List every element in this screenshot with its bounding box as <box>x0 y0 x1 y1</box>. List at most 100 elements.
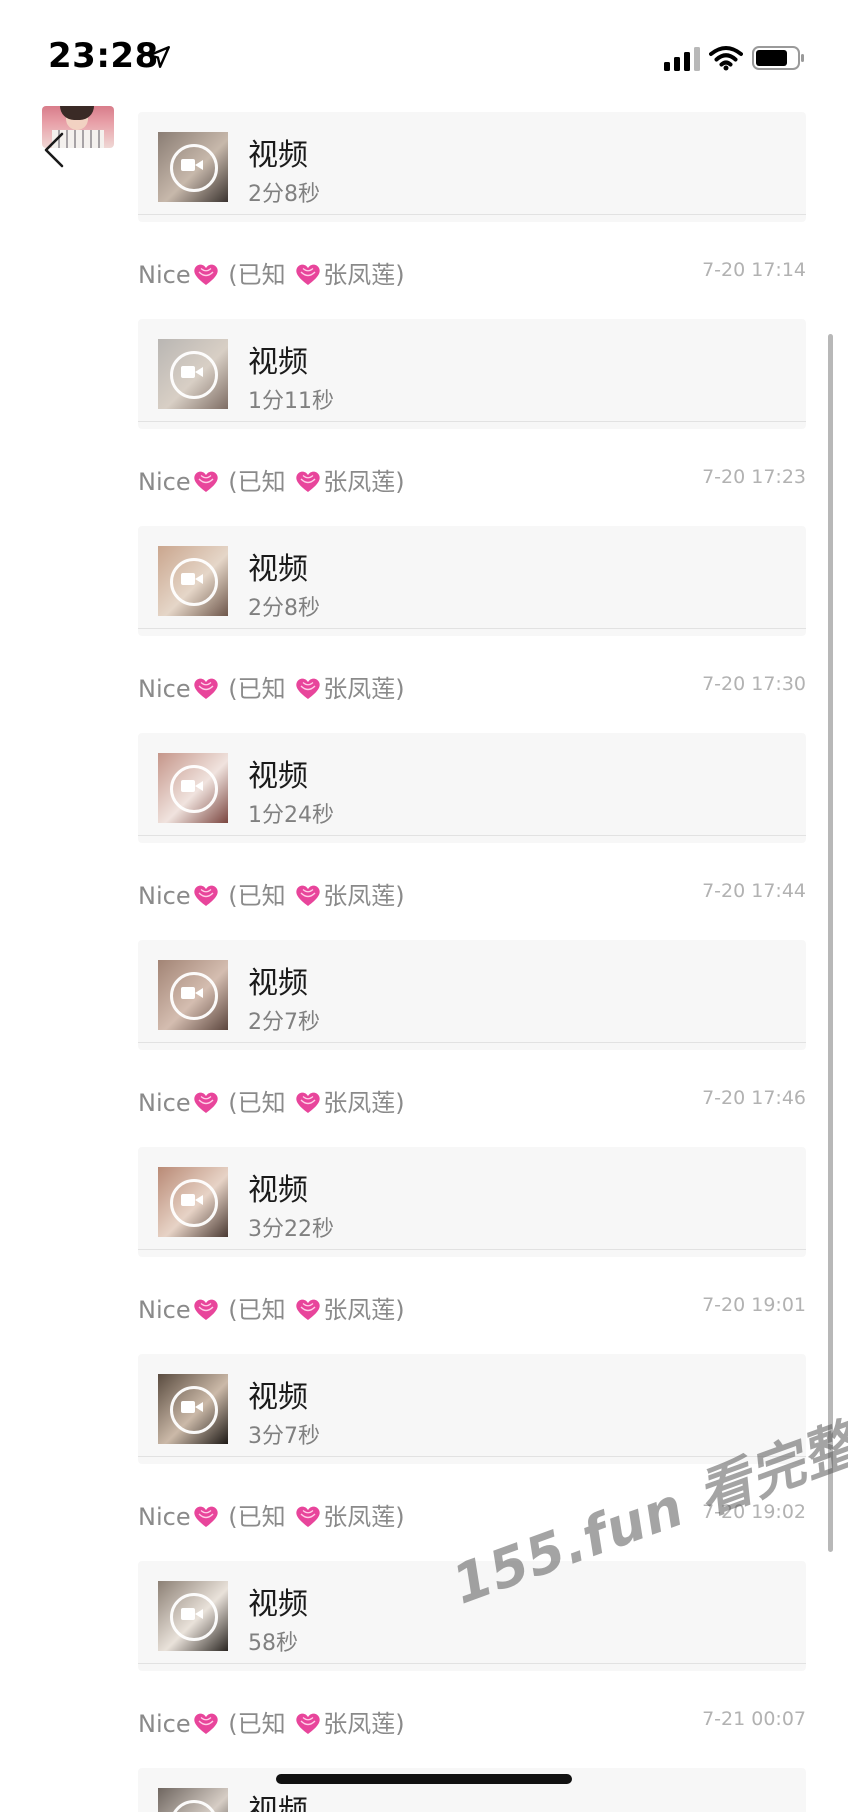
sender-prefix: Nice <box>138 1503 191 1531</box>
video-duration: 3分7秒 <box>248 1424 320 1449</box>
sender-group: (已知 <box>228 1089 286 1117</box>
home-indicator[interactable] <box>276 1774 572 1784</box>
sender-group: (已知 <box>228 1503 286 1531</box>
sender-name: Nice (已知 张凤莲) <box>138 1497 405 1532</box>
sender-realname: 张凤莲) <box>323 1503 405 1531</box>
camera-icon <box>181 573 195 585</box>
video-thumbnail[interactable] <box>158 1167 228 1237</box>
camera-icon <box>181 1194 195 1206</box>
video-message-card[interactable]: 视频 1分11秒 <box>138 319 806 429</box>
status-bar: 23:28 <box>0 0 848 104</box>
sender-prefix: Nice <box>138 675 191 703</box>
location-arrow-icon <box>148 46 170 68</box>
divider <box>138 628 806 629</box>
video-title: 视频 <box>248 1380 308 1415</box>
message-timestamp: 7-20 17:46 <box>702 1087 806 1109</box>
chat-history-page: 23:28 视频 2分8秒 Nice (已知 张凤莲) 7-20 17:14 视… <box>0 0 848 1812</box>
pink-heart-icon <box>193 678 218 699</box>
video-duration: 1分24秒 <box>248 803 334 828</box>
scrollbar[interactable] <box>828 334 833 1552</box>
pink-heart-icon <box>296 1713 320 1734</box>
video-thumbnail[interactable] <box>158 1788 228 1812</box>
video-thumbnail[interactable] <box>158 132 228 202</box>
divider <box>138 214 806 215</box>
sender-name: Nice (已知 张凤莲) <box>138 1290 405 1325</box>
pink-heart-icon <box>296 264 320 285</box>
video-thumbnail[interactable] <box>158 1374 228 1444</box>
video-duration: 2分8秒 <box>248 182 320 207</box>
pink-heart-icon <box>296 1299 320 1320</box>
video-thumbnail[interactable] <box>158 546 228 616</box>
message-timestamp: 7-21 00:07 <box>702 1708 806 1730</box>
sender-realname: 张凤莲) <box>323 675 405 703</box>
video-duration: 58秒 <box>248 1631 298 1656</box>
camera-icon <box>181 159 195 171</box>
video-title: 视频 <box>248 1587 308 1622</box>
video-title: 视频 <box>248 552 308 587</box>
divider <box>138 1663 806 1664</box>
sender-prefix: Nice <box>138 1296 191 1324</box>
cellular-signal-icon <box>664 47 700 71</box>
sender-name: Nice (已知 张凤莲) <box>138 1704 405 1739</box>
pink-heart-icon <box>296 678 320 699</box>
divider <box>138 835 806 836</box>
sender-prefix: Nice <box>138 468 191 496</box>
message-timestamp: 7-20 17:30 <box>702 673 806 695</box>
message-timestamp: 7-20 17:14 <box>702 259 806 281</box>
video-message-card[interactable]: 视频 2分8秒 <box>138 526 806 636</box>
sender-realname: 张凤莲) <box>323 882 405 910</box>
status-time: 23:28 <box>48 36 159 76</box>
sender-realname: 张凤莲) <box>323 1296 405 1324</box>
pink-heart-icon <box>193 264 218 285</box>
video-message-card[interactable]: 视频 1分24秒 <box>138 733 806 843</box>
video-thumbnail[interactable] <box>158 1581 228 1651</box>
video-thumbnail[interactable] <box>158 960 228 1030</box>
pink-heart-icon <box>193 1092 218 1113</box>
pink-heart-icon <box>193 1299 218 1320</box>
sender-realname: 张凤莲) <box>323 1710 405 1738</box>
sender-group: (已知 <box>228 675 286 703</box>
sender-prefix: Nice <box>138 1710 191 1738</box>
sender-name: Nice (已知 张凤莲) <box>138 462 405 497</box>
camera-icon <box>181 987 195 999</box>
sender-group: (已知 <box>228 1296 286 1324</box>
sender-group: (已知 <box>228 882 286 910</box>
sender-prefix: Nice <box>138 1089 191 1117</box>
video-message-card[interactable]: 视频 2分8秒 <box>138 112 806 222</box>
sender-realname: 张凤莲) <box>323 468 405 496</box>
pink-heart-icon <box>193 1713 218 1734</box>
pink-heart-icon <box>193 471 218 492</box>
divider <box>138 421 806 422</box>
message-timestamp: 7-20 17:44 <box>702 880 806 902</box>
sender-group: (已知 <box>228 468 286 496</box>
sender-name: Nice (已知 张凤莲) <box>138 255 405 290</box>
sender-realname: 张凤莲) <box>323 1089 405 1117</box>
video-message-card[interactable]: 视频 3分22秒 <box>138 1147 806 1257</box>
camera-icon <box>181 1608 195 1620</box>
video-play-icon <box>170 1800 218 1812</box>
sender-prefix: Nice <box>138 882 191 910</box>
sender-group: (已知 <box>228 261 286 289</box>
pink-heart-icon <box>193 885 218 906</box>
video-thumbnail[interactable] <box>158 339 228 409</box>
sender-prefix: Nice <box>138 261 191 289</box>
video-duration: 2分7秒 <box>248 1010 320 1035</box>
video-message-card[interactable]: 视频 2分7秒 <box>138 940 806 1050</box>
sender-name: Nice (已知 张凤莲) <box>138 669 405 704</box>
pink-heart-icon <box>296 471 320 492</box>
back-button[interactable] <box>38 128 70 172</box>
camera-icon <box>181 780 195 792</box>
video-thumbnail[interactable] <box>158 753 228 823</box>
camera-icon <box>181 366 195 378</box>
pink-heart-icon <box>296 885 320 906</box>
video-title: 视频 <box>248 1173 308 1208</box>
message-timestamp: 7-20 19:01 <box>702 1294 806 1316</box>
video-title: 视频 <box>248 138 308 173</box>
video-duration: 1分11秒 <box>248 389 334 414</box>
video-title: 视频 <box>248 759 308 794</box>
pink-heart-icon <box>296 1506 320 1527</box>
sender-name: Nice (已知 张凤莲) <box>138 876 405 911</box>
video-duration: 2分8秒 <box>248 596 320 621</box>
camera-icon <box>181 1401 195 1413</box>
sender-realname: 张凤莲) <box>323 261 405 289</box>
